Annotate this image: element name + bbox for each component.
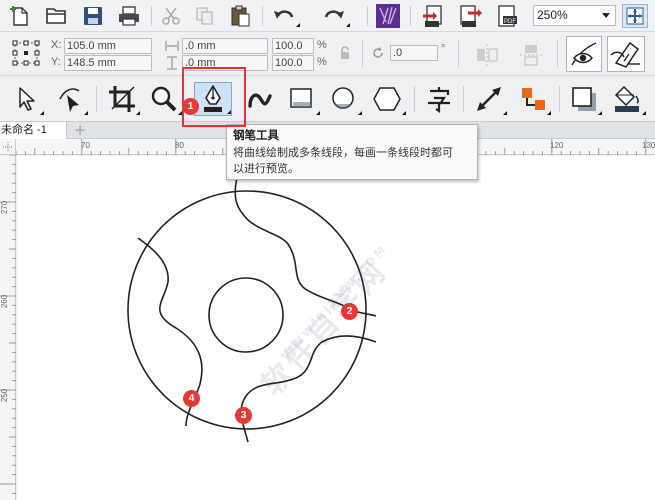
h-ruler-label: 130: [642, 141, 655, 150]
step-badge-2: 2: [341, 303, 358, 320]
new-document-icon[interactable]: [8, 4, 32, 28]
object-origin-icon[interactable]: [8, 37, 44, 69]
zoom-level-select[interactable]: 250%: [533, 5, 616, 26]
toolbar-separator: [458, 40, 459, 68]
property-bar: X: 105.0 mm Y: 148.5 mm .0 mm .0 mm 100.…: [0, 32, 655, 76]
auto-join-icon[interactable]: [607, 36, 645, 72]
copy-icon[interactable]: [191, 4, 219, 28]
toolbar-separator: [559, 86, 560, 112]
rectangle-tool-icon[interactable]: [284, 82, 320, 116]
lock-ratio-icon[interactable]: [338, 45, 352, 61]
width-icon: [164, 39, 180, 53]
text-tool-icon[interactable]: [421, 82, 457, 116]
percent-label: %: [317, 56, 327, 68]
toolbar-separator: [362, 40, 363, 68]
pen-curve-2[interactable]: [234, 177, 377, 317]
chevron-down-icon: [602, 13, 610, 18]
rotation-icon: [370, 45, 386, 61]
export-icon[interactable]: [455, 3, 485, 29]
cut-icon[interactable]: [157, 4, 185, 28]
scale-y-field[interactable]: 100.0: [272, 55, 314, 71]
zoom-tool-icon[interactable]: [146, 82, 182, 116]
rotation-angle-field[interactable]: .0: [390, 45, 438, 61]
tab-untitled-1[interactable]: 未命名 -1: [0, 122, 67, 139]
crop-tool-icon[interactable]: [104, 82, 140, 116]
zoom-level-value: 250%: [537, 8, 568, 22]
x-position-label: X:: [51, 39, 62, 51]
mirror-horizontal-icon[interactable]: [472, 40, 502, 70]
y-position-label: Y:: [51, 56, 61, 68]
toolbar-separator: [414, 86, 415, 112]
drop-shadow-tool-icon[interactable]: [566, 82, 602, 116]
artistic-media-tool-icon[interactable]: [243, 82, 277, 116]
tooltip-line-2: 以进行预览。: [233, 162, 299, 175]
preview-mode-icon[interactable]: [566, 36, 602, 72]
toolbar-separator: [410, 6, 411, 26]
toolbar-separator: [151, 6, 152, 26]
step-badge-1: 1: [182, 98, 199, 115]
x-position-field[interactable]: 105.0 mm: [64, 38, 152, 54]
highlight-box: [182, 67, 246, 127]
svg-text:PDF: PDF: [504, 19, 516, 25]
full-screen-preview-icon[interactable]: [622, 4, 648, 28]
tab-label: 未命名 -1: [1, 124, 47, 136]
interactive-fill-tool-icon[interactable]: [608, 82, 646, 116]
ruler-origin[interactable]: [0, 139, 16, 155]
pick-tool-icon[interactable]: [12, 82, 44, 116]
tooltip-line-1: 将曲线绘制成多条线段，每画一条线段时都可: [233, 146, 453, 159]
dimension-tool-icon[interactable]: [471, 82, 507, 116]
step-badge-4: 4: [183, 390, 200, 407]
height-icon: [164, 56, 180, 70]
polygon-tool-icon[interactable]: [368, 82, 406, 116]
h-ruler-label: 70: [81, 141, 90, 150]
redo-icon[interactable]: [318, 4, 350, 28]
toolbar-separator: [262, 6, 263, 26]
object-width-field[interactable]: .0 mm: [182, 38, 268, 54]
pen-curve-3[interactable]: [240, 335, 377, 443]
save-icon[interactable]: [80, 4, 106, 28]
publish-pdf-icon[interactable]: PDF: [492, 3, 522, 29]
h-ruler-label: 80: [175, 141, 184, 150]
coreldraw-window: PDF 250% X: 105.0 mm Y: 148.5 mm .0 mm .…: [0, 0, 655, 500]
tooltip-title: 钢笔工具: [233, 128, 279, 142]
print-icon[interactable]: [115, 4, 143, 28]
undo-icon[interactable]: [268, 4, 300, 28]
shape-tool-icon[interactable]: [54, 82, 88, 116]
import-icon[interactable]: [418, 3, 448, 29]
paste-icon[interactable]: [226, 4, 254, 28]
drawing-artwork[interactable]: [17, 156, 655, 500]
open-folder-icon[interactable]: [44, 4, 70, 28]
v-ruler-label: 270: [0, 200, 10, 215]
standard-toolbar: PDF 250%: [0, 0, 655, 32]
degree-label: °: [441, 43, 446, 55]
drawing-canvas[interactable]: 软件自学网 WWW.RJZXW.COM: [17, 156, 655, 500]
connector-tool-icon[interactable]: [515, 82, 551, 116]
inner-circle[interactable]: [208, 277, 284, 353]
pen-tool-tooltip: 钢笔工具 将曲线绘制成多条线段，每画一条线段时都可 以进行预览。: [226, 124, 478, 180]
percent-label: %: [317, 39, 327, 51]
mirror-vertical-icon[interactable]: [516, 40, 546, 70]
new-tab-button[interactable]: +: [72, 123, 88, 138]
toolbar-separator: [463, 86, 464, 112]
toolbar-separator: [96, 86, 97, 112]
step-badge-3: 3: [235, 407, 252, 424]
toolbox: [0, 76, 655, 122]
v-ruler-label: 250: [0, 388, 10, 403]
vertical-ruler[interactable]: 270 260 250: [0, 155, 16, 500]
y-position-field[interactable]: 148.5 mm: [64, 55, 152, 71]
toolbar-separator: [367, 6, 368, 26]
ellipse-tool-icon[interactable]: [326, 82, 362, 116]
application-launcher-icon[interactable]: [374, 3, 402, 29]
outer-circle[interactable]: [127, 190, 367, 430]
v-ruler-label: 260: [0, 294, 10, 309]
h-ruler-label: 120: [550, 141, 564, 150]
toolbar-separator: [557, 40, 558, 68]
scale-x-field[interactable]: 100.0: [272, 38, 314, 54]
